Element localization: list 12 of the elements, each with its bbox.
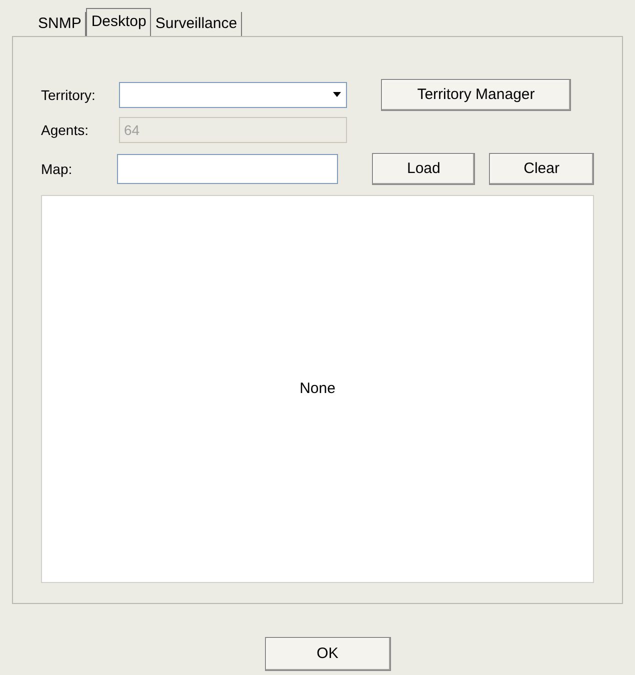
territory-manager-button[interactable]: Territory Manager [381, 79, 571, 111]
map-field[interactable] [116, 154, 338, 184]
tab[interactable]: Desktop [86, 8, 152, 36]
agents-label: Agents: [41, 120, 90, 140]
map-label: Map: [41, 160, 74, 179]
clear-button[interactable]: Clear [489, 153, 594, 185]
dropdown-arrow-icon [332, 91, 342, 99]
preview-text: None [300, 378, 336, 399]
territory-dropdown[interactable] [119, 82, 347, 108]
territory-label: Territory: [41, 86, 96, 105]
load-button[interactable]: Load [372, 153, 476, 185]
ok-button[interactable]: OK [264, 637, 390, 671]
